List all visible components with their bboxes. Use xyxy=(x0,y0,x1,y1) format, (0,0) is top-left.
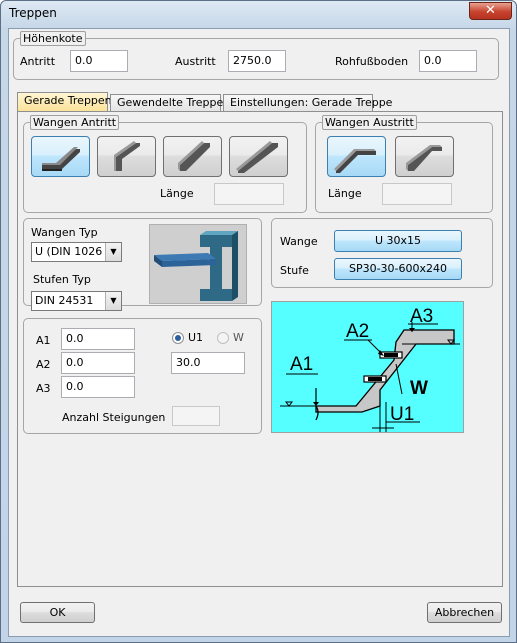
hoehenkote-group: Höhenkote Antritt 0.0 Austritt 2750.0 Ro… xyxy=(13,31,499,80)
wangen-austritt-legend: Wangen Austritt xyxy=(322,115,417,130)
wange-antritt-variant-1-icon xyxy=(42,147,80,171)
wangen-austritt-group: Wangen Austritt Länge xyxy=(315,115,493,213)
stufen-typ-label: Stufen Typ xyxy=(33,273,91,286)
wangen-typ-select[interactable]: U (DIN 1026 U ▼ xyxy=(31,242,122,262)
hoehenkote-legend: Höhenkote xyxy=(20,31,86,46)
wange-profile-label: Wange xyxy=(280,235,318,248)
chevron-down-icon: ▼ xyxy=(105,243,121,261)
ok-button[interactable]: OK xyxy=(20,602,95,623)
stringer-3d-preview-icon xyxy=(154,231,238,301)
stufen-typ-value: DIN 24531 xyxy=(35,294,94,307)
u1-radio[interactable] xyxy=(172,332,184,344)
a2-label: A2 xyxy=(36,358,51,371)
wange-profile-button[interactable]: U 30x15 xyxy=(334,230,462,252)
wange-austritt-variant-2-button[interactable] xyxy=(395,136,454,177)
wange-antritt-variant-4-icon xyxy=(236,141,278,173)
typ-group: Wangen Typ U (DIN 1026 U ▼ Stufen Typ DI… xyxy=(23,218,262,311)
a1-label: A1 xyxy=(36,334,51,347)
w-radio-label: W xyxy=(233,331,244,344)
diagram-a2-text: A2 xyxy=(346,321,369,342)
w-radio[interactable] xyxy=(217,332,229,344)
wange-antritt-variant-3-icon xyxy=(178,141,210,171)
tab-gerade-treppen[interactable]: Gerade Treppen xyxy=(17,92,112,113)
dialog-client-area: Höhenkote Antritt 0.0 Austritt 2750.0 Ro… xyxy=(8,28,510,637)
anzahl-steigungen-input[interactable] xyxy=(172,406,220,426)
austritt-input[interactable]: 2750.0 xyxy=(228,50,286,72)
stringer-preview-image xyxy=(149,224,247,304)
abbrechen-button[interactable]: Abbrechen xyxy=(427,602,502,623)
stair-dimension-diagram-icon: A1 A2 A3 W U1 xyxy=(280,306,460,432)
wangen-antritt-laenge-label: Länge xyxy=(160,187,194,200)
wange-antritt-variant-3-button[interactable] xyxy=(163,136,222,177)
window-title: Treppen xyxy=(9,6,57,20)
wangen-typ-value: U (DIN 1026 U xyxy=(35,245,114,258)
austritt-label: Austritt xyxy=(175,55,216,68)
diagram-w-text: W xyxy=(410,378,428,399)
diagram-a1-text: A1 xyxy=(290,354,313,375)
dialog-window: Treppen ✕ Höhenkote Antritt 0.0 Austritt… xyxy=(0,0,517,643)
tab-einstellungen-gerade-treppe[interactable]: Einstellungen: Gerade Treppe xyxy=(223,94,392,112)
anzahl-steigungen-label: Anzahl Steigungen xyxy=(62,411,166,424)
wange-austritt-variant-1-button[interactable] xyxy=(327,136,386,177)
wange-austritt-variant-2-icon xyxy=(406,145,442,171)
u1-radio-label: U1 xyxy=(188,331,204,344)
diagram-a3-text: A3 xyxy=(410,306,433,327)
a3-input[interactable]: 0.0 xyxy=(61,376,135,398)
title-bar[interactable]: Treppen ✕ xyxy=(1,1,516,27)
chevron-down-icon: ▼ xyxy=(105,292,121,310)
profile-group: Wange U 30x15 Stufe SP30-30-600x240 xyxy=(271,218,493,288)
u1-w-value-input[interactable]: 30.0 xyxy=(171,352,245,374)
wange-antritt-variant-2-button[interactable] xyxy=(97,136,156,177)
tab-gewendelte-treppen[interactable]: Gewendelte Treppen xyxy=(110,94,230,112)
stufe-profile-label: Stufe xyxy=(280,264,309,277)
wangen-antritt-group: Wangen Antritt Länge xyxy=(23,115,307,213)
antritt-input[interactable]: 0.0 xyxy=(70,50,128,72)
diagram-u1-text: U1 xyxy=(390,404,414,425)
wangen-austritt-laenge-label: Länge xyxy=(328,187,362,200)
wangen-antritt-laenge-input[interactable] xyxy=(214,183,284,205)
a1-input[interactable]: 0.0 xyxy=(61,328,135,350)
parameter-group: A1 0.0 A2 0.0 A3 0.0 U1 W 30.0 Anzahl St… xyxy=(23,318,262,434)
a3-label: A3 xyxy=(36,382,51,395)
wangen-typ-label: Wangen Typ xyxy=(31,226,98,239)
wange-austritt-variant-1-icon xyxy=(334,149,376,173)
wangen-austritt-laenge-input[interactable] xyxy=(382,183,452,205)
wange-antritt-variant-4-button[interactable] xyxy=(229,136,288,177)
stufen-typ-select[interactable]: DIN 24531 ▼ xyxy=(31,291,122,311)
wange-antritt-variant-2-icon xyxy=(114,141,140,171)
wange-antritt-variant-1-button[interactable] xyxy=(31,136,90,177)
close-button[interactable]: ✕ xyxy=(469,2,512,20)
antritt-label: Antritt xyxy=(20,55,56,68)
a2-input[interactable]: 0.0 xyxy=(61,352,135,374)
stufe-profile-button[interactable]: SP30-30-600x240 xyxy=(334,258,462,280)
rohfussboden-input[interactable]: 0.0 xyxy=(419,50,477,72)
wangen-antritt-legend: Wangen Antritt xyxy=(30,115,120,130)
tab-panel-gerade-treppen: Wangen Antritt Länge Wangen Austritt Län… xyxy=(17,111,503,587)
dimension-diagram: A1 A2 A3 W U1 xyxy=(271,301,464,433)
rohfussboden-label: Rohfußboden xyxy=(335,55,409,68)
